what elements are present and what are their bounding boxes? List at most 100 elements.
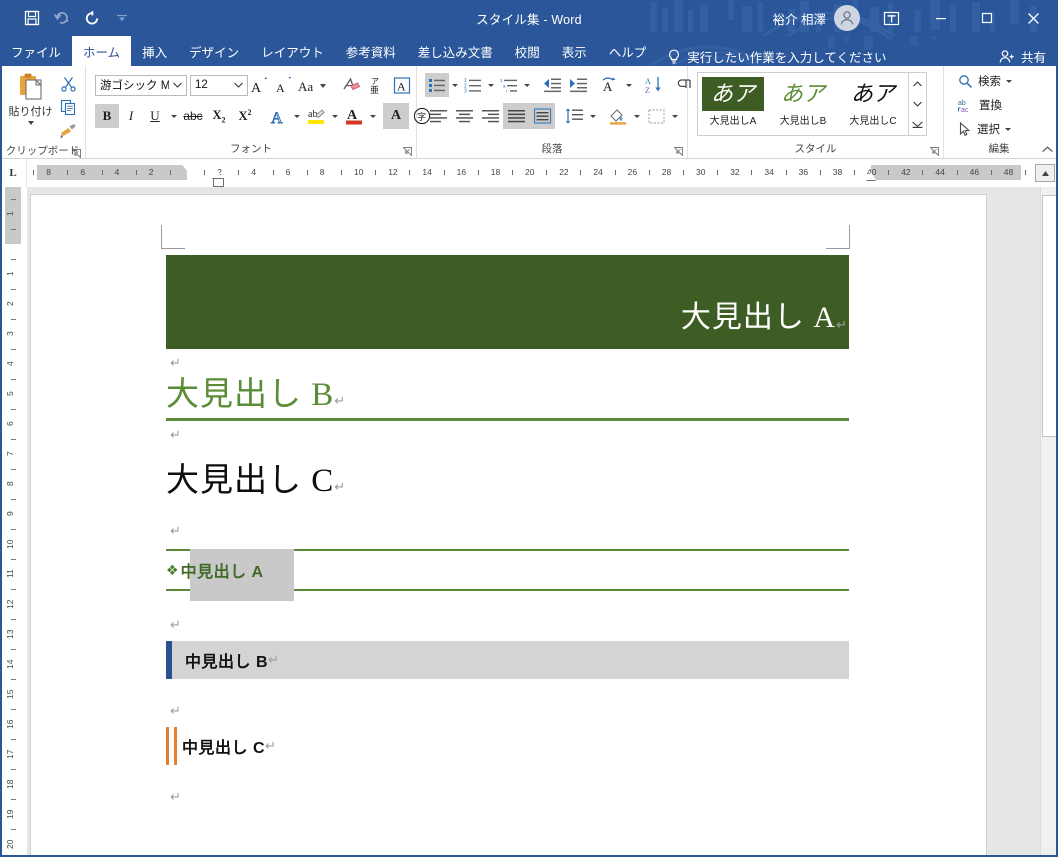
- empty-paragraph-2[interactable]: ↵: [166, 421, 849, 449]
- character-shading-button[interactable]: A: [383, 103, 409, 129]
- heading2-a-paragraph[interactable]: ❖中見出し A↵: [166, 548, 849, 601]
- tab-file[interactable]: ファイル: [0, 36, 72, 66]
- align-right-button[interactable]: [477, 103, 503, 129]
- heading2-b-paragraph[interactable]: 中見出し B ↵: [166, 640, 849, 679]
- style-heading1-b[interactable]: あア 大見出しB: [768, 73, 838, 135]
- japanese-layout-button[interactable]: A: [597, 72, 623, 98]
- chevron-down-icon[interactable]: [1006, 79, 1012, 83]
- tab-mailings[interactable]: 差し込み文書: [407, 36, 504, 66]
- paste-dropdown-caret[interactable]: [27, 121, 34, 125]
- chevron-down-icon[interactable]: [1005, 127, 1011, 131]
- shading-dropdown[interactable]: [631, 103, 643, 129]
- grow-font-button[interactable]: A: [248, 73, 272, 97]
- align-left-button[interactable]: [425, 103, 451, 129]
- style-heading1-a[interactable]: あア 大見出しA: [698, 73, 768, 135]
- clipboard-dialog-launcher-icon[interactable]: [72, 149, 81, 158]
- vertical-scrollbar[interactable]: [1040, 187, 1058, 856]
- scroll-up-button[interactable]: [1035, 164, 1055, 182]
- distribute-button[interactable]: [529, 103, 555, 129]
- multilevel-list-button[interactable]: 1 a i: [497, 73, 521, 97]
- bold-button[interactable]: B: [95, 104, 119, 128]
- horizontal-ruler[interactable]: 8 6 4 2 2 4 6 8 10 12 14 16 18 20 22 24 26 28 30 32 34 36 38 40…: [27, 159, 1035, 187]
- styles-dialog-launcher-icon[interactable]: [930, 147, 939, 156]
- line-spacing-dropdown[interactable]: [587, 103, 599, 129]
- superscript-button[interactable]: X2: [232, 103, 258, 129]
- borders-button[interactable]: [643, 103, 669, 129]
- sort-button[interactable]: A Z: [641, 72, 667, 98]
- text-highlight-dropdown[interactable]: [329, 103, 341, 129]
- save-button[interactable]: [18, 5, 46, 31]
- bullets-button[interactable]: [425, 73, 449, 97]
- japanese-layout-dropdown[interactable]: [623, 72, 635, 98]
- paste-button[interactable]: 貼り付け: [5, 70, 56, 125]
- font-name-combo[interactable]: 游ゴシック Med: [95, 74, 187, 96]
- empty-paragraph-5[interactable]: ↵: [166, 697, 849, 725]
- align-center-button[interactable]: [451, 103, 477, 129]
- decrease-indent-button[interactable]: [539, 72, 565, 98]
- tab-view[interactable]: 表示: [551, 36, 598, 66]
- copy-button[interactable]: [56, 95, 80, 119]
- heading1-c-paragraph[interactable]: 大見出し C↵: [166, 463, 849, 501]
- clear-formatting-button[interactable]: [337, 72, 363, 98]
- numbering-button[interactable]: 1 2 3: [461, 73, 485, 97]
- increase-indent-button[interactable]: [565, 72, 591, 98]
- format-painter-button[interactable]: [56, 119, 80, 143]
- tab-home[interactable]: ホーム: [72, 36, 132, 66]
- borders-dropdown[interactable]: [669, 103, 681, 129]
- ribbon-display-options-button[interactable]: [874, 5, 908, 31]
- subscript-button[interactable]: X2: [206, 103, 232, 129]
- text-highlight-button[interactable]: ab: [303, 103, 329, 129]
- account-name[interactable]: 裕介 相澤: [773, 9, 826, 28]
- select-button[interactable]: 選択: [954, 117, 1015, 141]
- heading1-b-paragraph[interactable]: 大見出し B↵: [166, 377, 849, 421]
- text-effects-button[interactable]: A: [265, 103, 291, 129]
- tab-references[interactable]: 参考資料: [335, 36, 407, 66]
- style-heading1-c[interactable]: あア 大見出しC: [838, 73, 908, 135]
- styles-scroll-down-button[interactable]: [909, 94, 926, 114]
- vertical-scrollbar-thumb[interactable]: [1042, 195, 1058, 437]
- tab-review[interactable]: 校閲: [504, 36, 551, 66]
- tell-me-search[interactable]: 実行したい作業を入力してください: [667, 47, 887, 66]
- tab-help[interactable]: ヘルプ: [598, 36, 658, 66]
- line-spacing-button[interactable]: [561, 103, 587, 129]
- strikethrough-button[interactable]: abc: [180, 103, 206, 129]
- redo-button[interactable]: [78, 5, 106, 31]
- document-body[interactable]: 大見出し A ↵ ↵ 大見出し B↵ ↵ 大見出し C↵ ↵ ❖ 中見出し A …: [166, 255, 849, 811]
- text-effects-dropdown[interactable]: [291, 103, 303, 129]
- undo-button[interactable]: [48, 5, 76, 31]
- tab-design[interactable]: デザイン: [178, 36, 250, 66]
- styles-more-button[interactable]: [909, 114, 926, 134]
- underline-button[interactable]: U: [143, 104, 167, 128]
- share-button[interactable]: 共有: [999, 47, 1058, 66]
- paragraph-dialog-launcher-icon[interactable]: [674, 147, 683, 156]
- character-border-button[interactable]: A: [389, 72, 415, 98]
- left-indent-marker[interactable]: [213, 178, 224, 187]
- empty-paragraph-4[interactable]: ↵: [166, 611, 849, 639]
- cut-button[interactable]: [56, 71, 80, 95]
- avatar[interactable]: [834, 5, 860, 31]
- empty-paragraph-3[interactable]: ↵: [166, 517, 849, 545]
- replace-button[interactable]: ab ac 置換: [954, 93, 1006, 117]
- heading1-a-paragraph[interactable]: 大見出し A ↵: [166, 255, 849, 349]
- tab-insert[interactable]: 挿入: [131, 36, 178, 66]
- shrink-font-button[interactable]: A: [272, 73, 296, 97]
- document-page[interactable]: 大見出し A ↵ ↵ 大見出し B↵ ↵ 大見出し C↵ ↵ ❖ 中見出し A …: [31, 195, 986, 856]
- italic-button[interactable]: I: [119, 104, 143, 128]
- phonetic-guide-button[interactable]: ア 亜: [363, 72, 389, 98]
- minimize-button[interactable]: [918, 0, 964, 36]
- font-size-combo[interactable]: 12: [190, 74, 248, 96]
- empty-paragraph-1[interactable]: ↵: [166, 349, 849, 377]
- numbering-dropdown[interactable]: [485, 73, 497, 97]
- maximize-button[interactable]: [964, 0, 1010, 36]
- font-dialog-launcher-icon[interactable]: [403, 147, 412, 156]
- document-canvas[interactable]: 大見出し A ↵ ↵ 大見出し B↵ ↵ 大見出し C↵ ↵ ❖ 中見出し A …: [27, 187, 1040, 856]
- find-button[interactable]: 検索: [954, 69, 1016, 93]
- first-line-indent-marker[interactable]: [181, 163, 193, 171]
- close-button[interactable]: [1010, 0, 1056, 36]
- empty-paragraph-6[interactable]: ↵: [166, 783, 849, 811]
- tab-stop-selector[interactable]: L: [0, 159, 27, 187]
- font-size-chevron-down-icon[interactable]: [230, 82, 247, 88]
- customize-qat-button[interactable]: [108, 5, 136, 31]
- heading2-c-paragraph[interactable]: 中見出し C ↵: [166, 726, 849, 765]
- multilevel-list-dropdown[interactable]: [521, 73, 533, 97]
